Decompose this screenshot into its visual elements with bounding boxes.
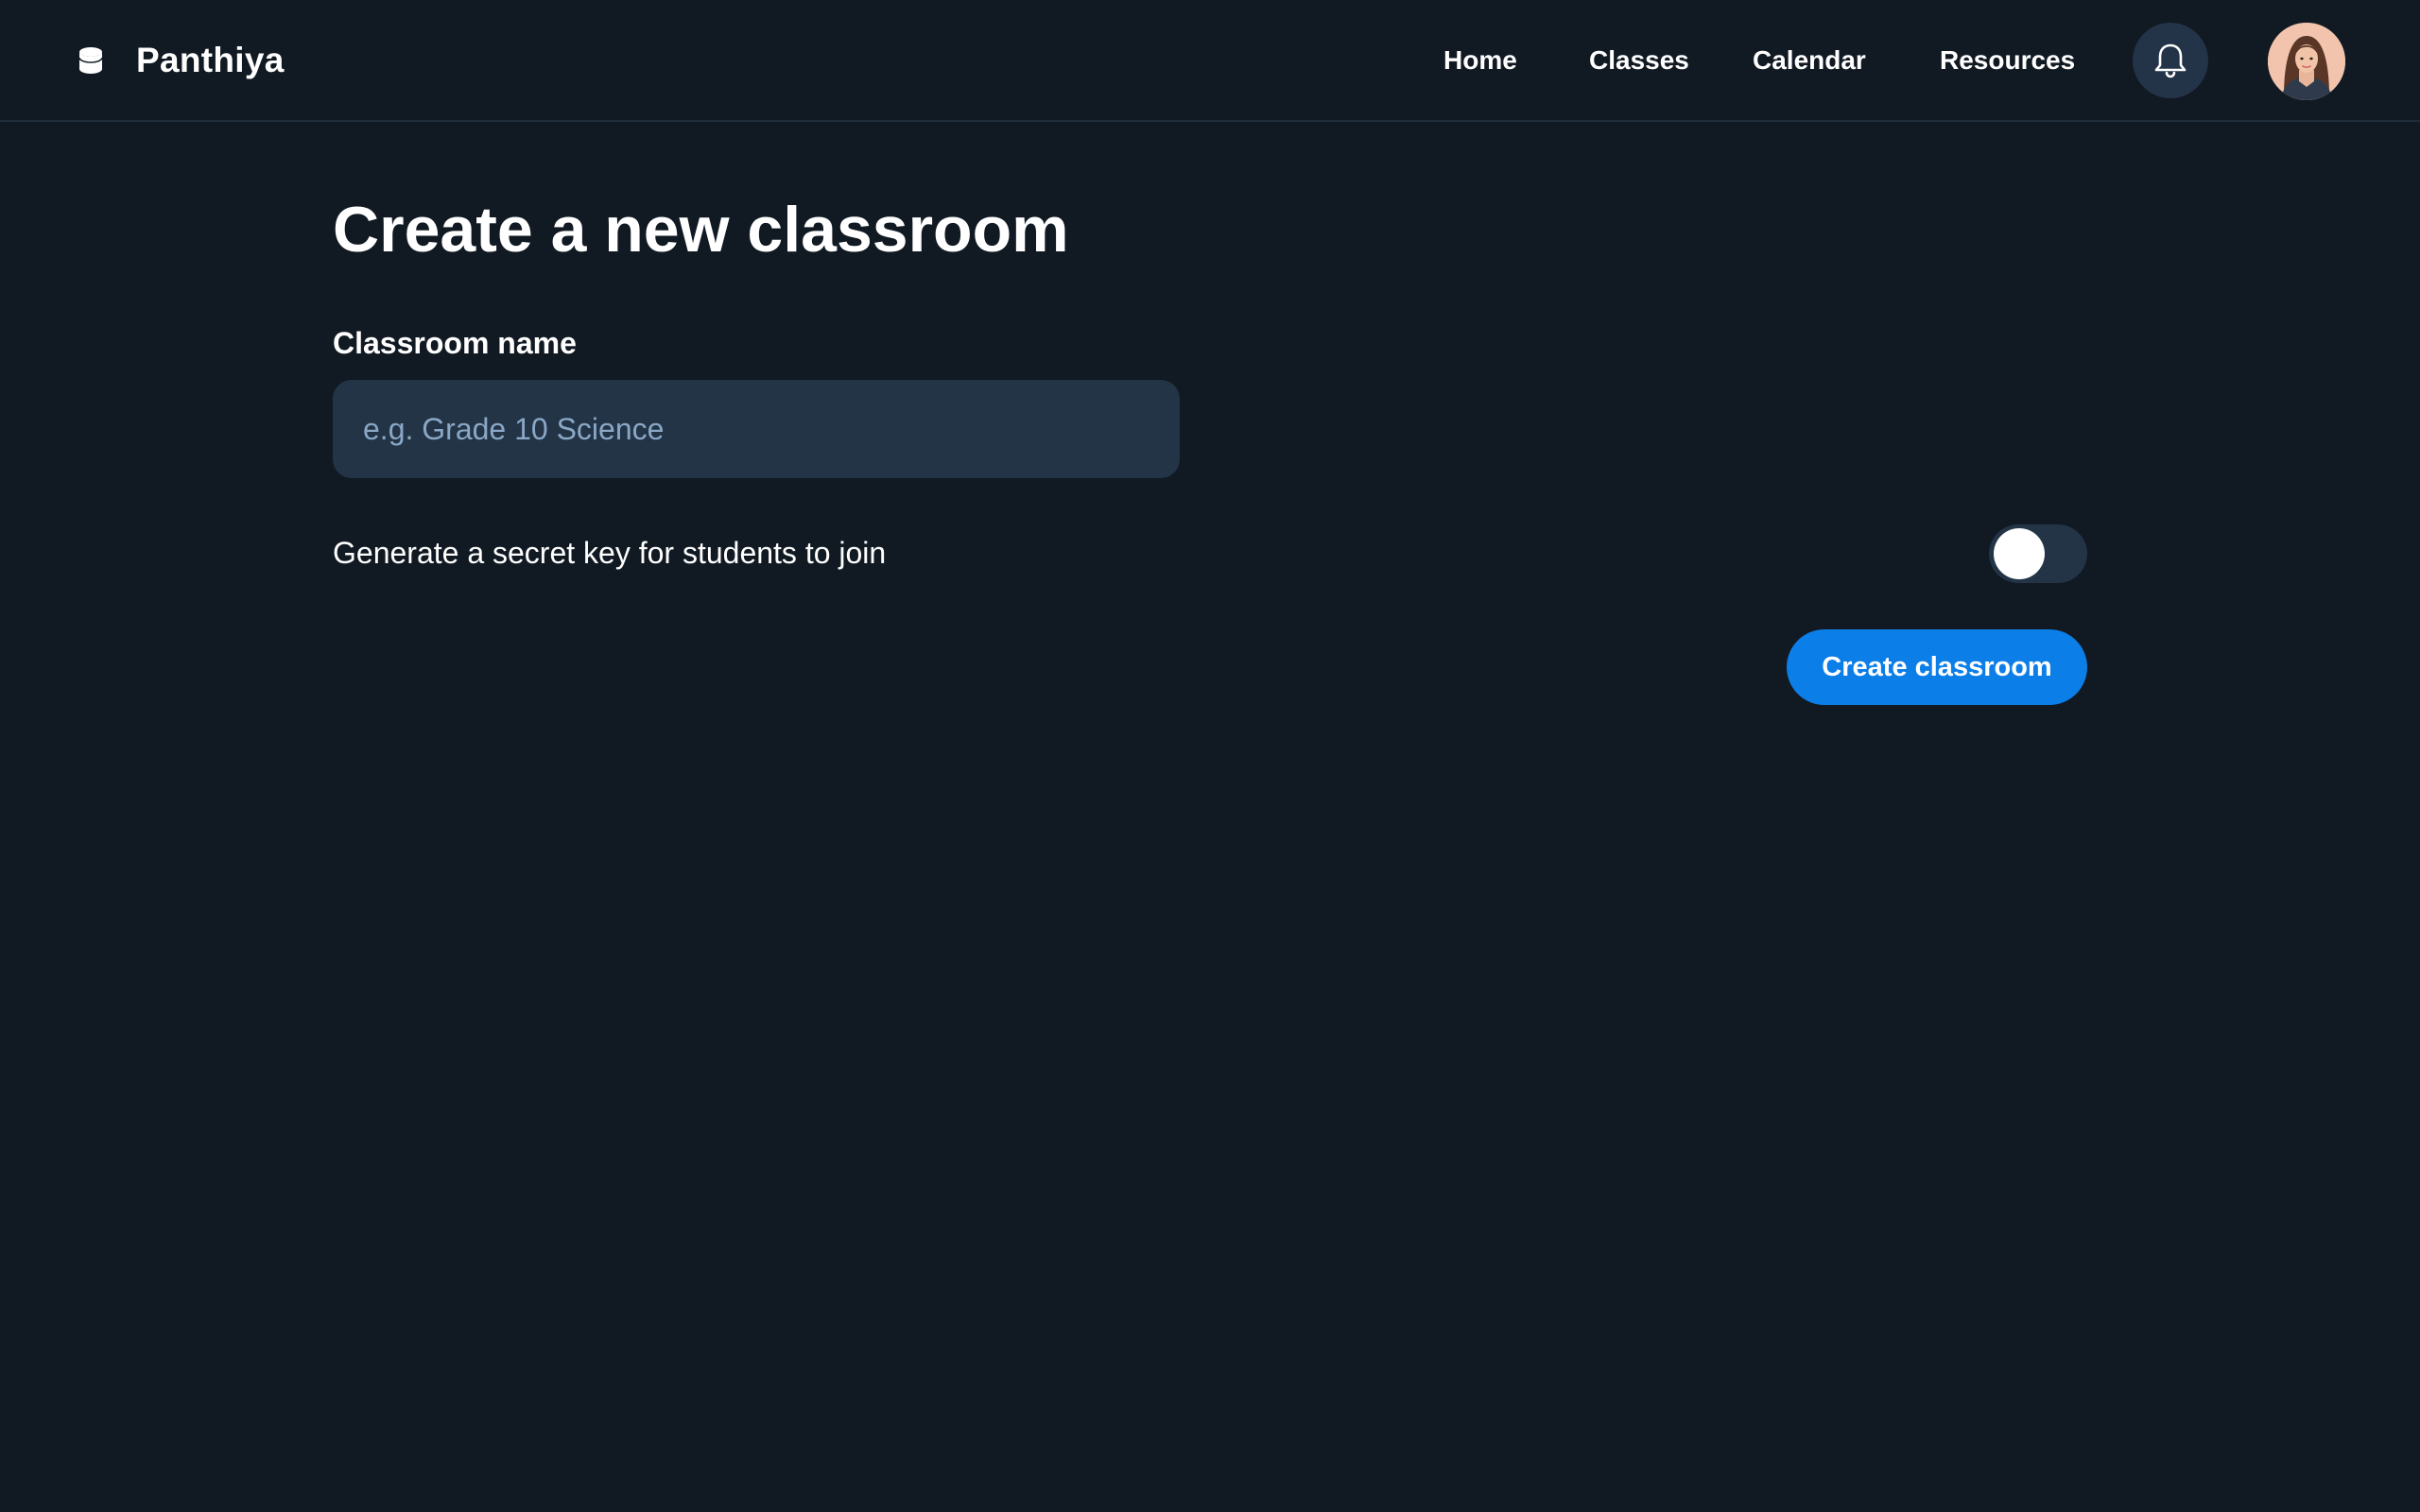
nav-item-calendar[interactable]: Calendar — [1753, 34, 1866, 87]
user-avatar[interactable] — [2268, 23, 2345, 100]
brand[interactable]: Panthiya — [74, 34, 285, 87]
page-title: Create a new classroom — [333, 194, 1069, 266]
secret-key-toggle[interactable] — [1989, 524, 2087, 583]
app-name: Panthiya — [136, 41, 285, 79]
nav-item-classes[interactable]: Classes — [1589, 34, 1689, 87]
notifications-button[interactable] — [2133, 23, 2208, 98]
top-navigation-bar: Panthiya Home Classes Calendar Resources — [0, 0, 2420, 122]
nav-item-home[interactable]: Home — [1443, 34, 1517, 87]
bell-icon — [2153, 42, 2187, 79]
classroom-name-input[interactable] — [333, 380, 1180, 478]
database-icon — [74, 43, 108, 77]
toggle-knob — [1994, 528, 2045, 579]
nav-item-resources[interactable]: Resources — [1940, 34, 2075, 87]
classroom-name-label: Classroom name — [333, 326, 577, 360]
create-classroom-button[interactable]: Create classroom — [1787, 629, 2087, 705]
secret-key-label: Generate a secret key for students to jo… — [333, 536, 887, 570]
